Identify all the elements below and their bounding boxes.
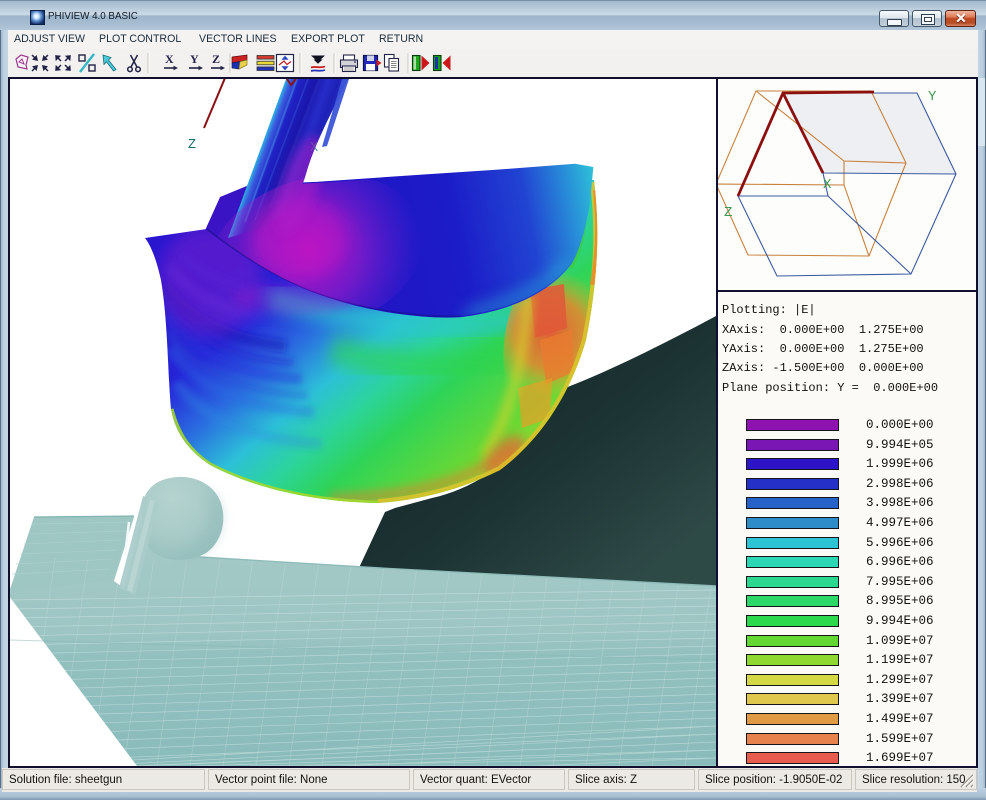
svg-text:X: X — [823, 177, 832, 193]
svg-text:Z: Z — [188, 138, 196, 153]
svg-text:X: X — [165, 52, 174, 66]
svg-text:Z: Z — [212, 52, 220, 66]
svg-text:Y: Y — [928, 89, 937, 105]
svg-text:Y: Y — [190, 52, 199, 66]
svg-text:Z: Z — [724, 205, 732, 221]
